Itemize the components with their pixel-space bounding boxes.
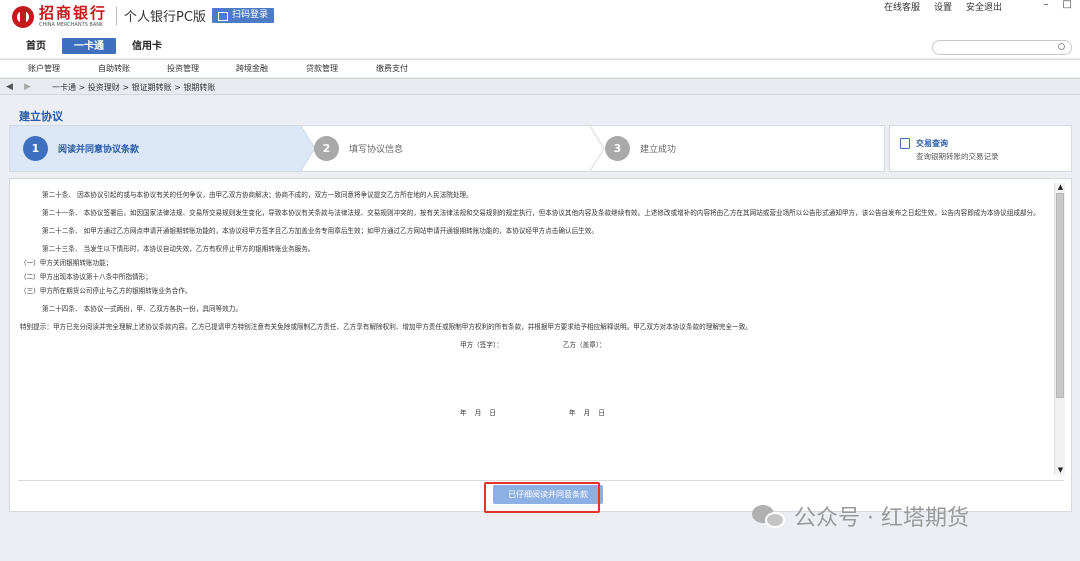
agreement-text: 第二十条、 因本协议引起的或与本协议有关的任何争议，由甲乙双方协商解决；协商不成… — [10, 179, 1054, 479]
subnav-account-management[interactable]: 账户管理 — [28, 63, 60, 74]
logout-link[interactable]: 安全退出 — [966, 0, 1002, 13]
subnav-loan[interactable]: 贷款管理 — [306, 63, 338, 74]
clause-23-item-2: （二）甲方出现本协议第十八条中所指情形； — [20, 273, 152, 281]
title-divider — [116, 7, 117, 25]
window-controls: – □ — [1044, 0, 1072, 10]
qr-login-button[interactable]: 扫码登录 — [212, 8, 275, 23]
bank-name: 招商银行 — [39, 4, 108, 22]
breadcrumb: 一卡通 > 投资理财 > 银证期转账 > 银期转账 — [52, 83, 216, 92]
step-1-label: 阅读并同意协议条款 — [58, 145, 140, 155]
nav-home[interactable]: 首页 — [18, 38, 54, 54]
top-links: 在线客服 设置 安全退出 — [884, 0, 1002, 13]
step-indicator: 1 阅读并同意协议条款 2 填写协议信息 3 建立成功 — [9, 125, 885, 172]
clause-23-item-1: （一）甲方关闭银期转账功能； — [20, 259, 113, 267]
cmb-logo-icon — [12, 5, 34, 28]
step-2-number: 2 — [314, 136, 339, 161]
top-bar: 招商银行 CHINA MERCHANTS BANK 个人银行PC版 扫码登录 在… — [0, 0, 1080, 58]
settings-link[interactable]: 设置 — [934, 0, 952, 13]
step-2: 2 填写协议信息 — [314, 126, 403, 171]
clause-21: 第二十一条、 本协议签署后，如因国家法律法规、交易所交易规则发生变化，导致本协议… — [42, 209, 1040, 217]
step-2-label: 填写协议信息 — [349, 145, 404, 155]
step-1-number: 1 — [23, 136, 48, 161]
minimize-icon[interactable]: – — [1044, 0, 1049, 10]
sub-nav: 账户管理 自助转账 投资管理 跨境金融 贷款管理 缴费支付 — [0, 59, 1080, 77]
online-service-link[interactable]: 在线客服 — [884, 0, 920, 13]
forward-arrow-icon[interactable]: ▶ — [24, 82, 31, 92]
highlight-box — [484, 482, 600, 513]
subnav-self-transfer[interactable]: 自助转账 — [98, 63, 130, 74]
step-3-number: 3 — [605, 136, 630, 161]
bank-logo: 招商银行 CHINA MERCHANTS BANK — [12, 5, 107, 28]
agreement-panel: 第二十条、 因本协议引起的或与本协议有关的任何争议，由甲乙双方协商解决；协商不成… — [9, 178, 1072, 512]
special-notice: 特别提示：甲方已充分阅读并完全理解上述协议条款内容。乙方已提请甲方特别注意有关免… — [20, 323, 752, 331]
search-input[interactable] — [932, 40, 1072, 55]
scroll-down-icon[interactable]: ▼ — [1055, 466, 1066, 475]
nav-credit-card[interactable]: 信用卡 — [124, 38, 170, 54]
step-3: 3 建立成功 — [605, 126, 676, 171]
agreement-scrollbar[interactable]: ▲ ▼ — [1054, 183, 1065, 475]
clause-20: 第二十条、 因本协议引起的或与本协议有关的任何争议，由甲乙双方协商解决；协商不成… — [42, 191, 473, 199]
date-row: 年 月 日 年 月 日 — [460, 407, 1046, 419]
signature-row: 甲方（签字）： 乙方（盖章）： — [460, 339, 1046, 351]
subnav-payment[interactable]: 缴费支付 — [376, 63, 408, 74]
transaction-query-card[interactable]: 交易查询 查询银期转账的交易记录 — [889, 125, 1072, 172]
watermark: 公众号 · 红塔期货 — [752, 500, 969, 532]
subnav-investment[interactable]: 投资管理 — [167, 63, 199, 74]
query-icon — [900, 138, 910, 149]
clause-22: 第二十二条、 如甲方通过乙方网点申请开通银期转账功能的，本协议经甲方签字且乙方加… — [42, 227, 598, 235]
clause-23: 第二十三条、 当发生以下情形时，本协议自动失效，乙方有权停止甲方的银期转账业务服… — [42, 245, 315, 253]
wechat-icon — [752, 503, 786, 529]
scrollbar-thumb[interactable] — [1056, 193, 1064, 398]
divider — [18, 480, 1064, 481]
page-title: 建立协议 — [19, 110, 63, 123]
watermark-text: 公众号 · 红塔期货 — [794, 506, 969, 531]
party-a-date: 年 月 日 — [460, 409, 499, 417]
query-title[interactable]: 交易查询 — [916, 138, 948, 149]
step-1: 1 阅读并同意协议条款 — [10, 126, 302, 171]
step-3-label: 建立成功 — [640, 145, 677, 155]
step-divider-icon — [590, 126, 605, 171]
app-title: 个人银行PC版 — [124, 10, 206, 25]
subnav-cross-border[interactable]: 跨境金融 — [236, 63, 268, 74]
search-icon[interactable] — [1058, 43, 1065, 50]
qr-login-label: 扫码登录 — [232, 10, 269, 20]
clause-24: 第二十四条、 本协议一式两份，甲、乙双方各执一份，具同等效力。 — [42, 305, 242, 313]
party-b-seal: 乙方（盖章）： — [562, 341, 606, 349]
nav-debit-card[interactable]: 一卡通 — [62, 38, 116, 54]
breadcrumb-bar: ◀ ▶ 一卡通 > 投资理财 > 银证期转账 > 银期转账 — [0, 78, 1080, 95]
bank-name-en: CHINA MERCHANTS BANK — [39, 22, 104, 28]
query-description: 查询银期转账的交易记录 — [916, 152, 999, 161]
maximize-icon[interactable]: □ — [1063, 0, 1072, 10]
main-nav: 首页 一卡通 信用卡 — [18, 38, 170, 54]
back-arrow-icon[interactable]: ◀ — [6, 82, 13, 92]
party-b-date: 年 月 日 — [568, 409, 608, 417]
party-a-signature: 甲方（签字）： — [460, 341, 503, 349]
clause-23-item-3: （三）甲方所在期货公司停止与乙方的银期转账业务合作。 — [20, 287, 192, 295]
scroll-up-icon[interactable]: ▲ — [1055, 183, 1066, 192]
